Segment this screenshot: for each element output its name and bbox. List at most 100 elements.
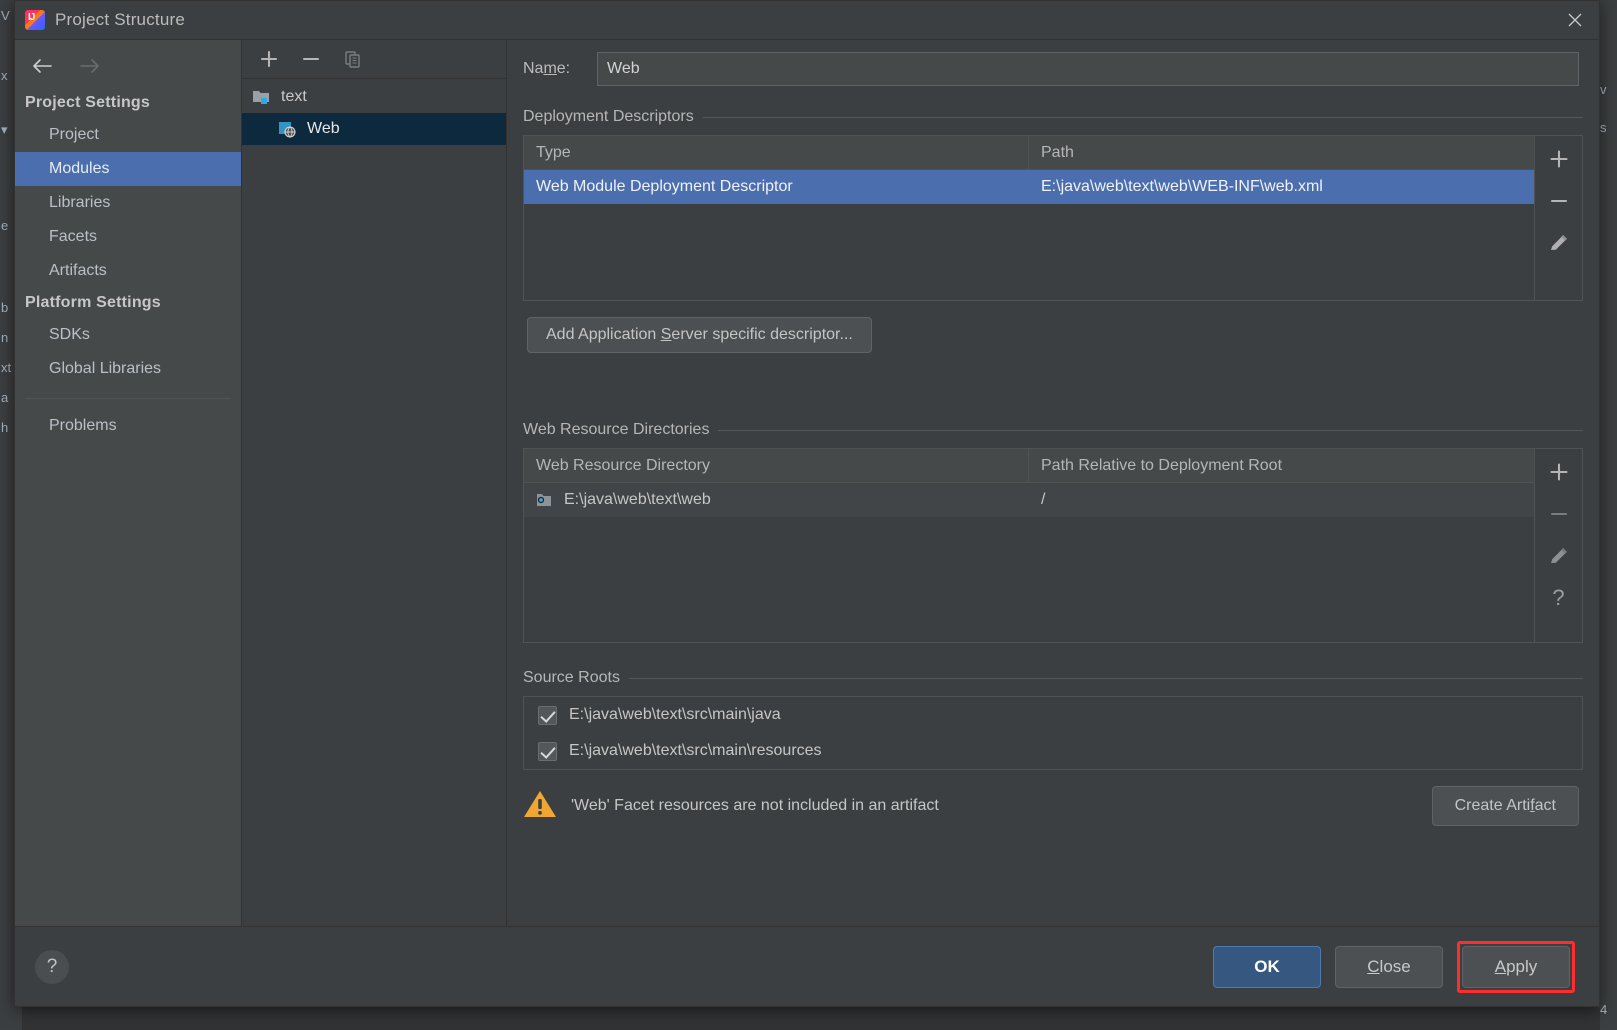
name-row: Name: bbox=[507, 40, 1599, 98]
apply-button-highlight: Apply bbox=[1457, 940, 1575, 993]
add-server-descriptor-row: Add Application Server specific descript… bbox=[527, 317, 1583, 353]
dialog-action-buttons: OK Close Apply bbox=[1213, 940, 1575, 993]
checkbox-checked-icon[interactable] bbox=[538, 705, 557, 725]
bg-fragment: ▾ bbox=[1, 122, 8, 137]
warning-triangle-icon bbox=[523, 789, 557, 824]
folder-web-icon bbox=[536, 492, 556, 508]
dialog-titlebar: Project Structure bbox=[15, 1, 1599, 39]
cell-directory-text: E:\java\web\text\web bbox=[564, 491, 711, 508]
web-facet-icon bbox=[278, 120, 298, 138]
settings-sidebar: Project Settings Project Modules Librari… bbox=[15, 40, 242, 926]
dialog-title: Project Structure bbox=[55, 10, 186, 29]
source-root-label: E:\java\web\text\src\main\java bbox=[569, 706, 781, 723]
dialog-body: Project Settings Project Modules Librari… bbox=[15, 39, 1599, 926]
cell-type: Web Module Deployment Descriptor bbox=[536, 178, 793, 195]
section-title: Web Resource Directories bbox=[523, 421, 710, 438]
cell-relative-path: / bbox=[1041, 491, 1046, 508]
source-roots-section: Source Roots E:\java\web\text\src\main\j… bbox=[507, 669, 1599, 770]
tree-node-web[interactable]: Web bbox=[242, 113, 506, 145]
table-header-row: Web Resource Directory Path Relative to … bbox=[524, 449, 1534, 483]
bg-fragment: n bbox=[1, 330, 9, 345]
source-roots-list: E:\java\web\text\src\main\java E:\java\w… bbox=[523, 696, 1583, 770]
add-module-button[interactable] bbox=[254, 45, 284, 73]
deployment-descriptors-header: Deployment Descriptors bbox=[523, 108, 1583, 126]
sidebar-group-platform-settings: Platform Settings bbox=[25, 294, 161, 311]
bg-fragment: v bbox=[1600, 82, 1607, 97]
sidebar-item-problems[interactable]: Problems bbox=[15, 409, 241, 443]
bg-fragment: xt bbox=[1, 360, 12, 375]
table-row[interactable]: Web Module Deployment Descriptor E:\java… bbox=[524, 170, 1534, 204]
dialog-footer: ? OK Close Apply bbox=[15, 926, 1599, 1006]
edit-web-resource-button[interactable] bbox=[1544, 539, 1574, 573]
column-header-web-resource-directory[interactable]: Web Resource Directory bbox=[524, 449, 1029, 482]
web-resource-help-button[interactable]: ? bbox=[1544, 581, 1574, 615]
ok-button[interactable]: OK bbox=[1213, 945, 1321, 988]
sidebar-group-project-settings: Project Settings bbox=[25, 94, 151, 111]
table-empty-area bbox=[524, 517, 1534, 642]
warning-text: 'Web' Facet resources are not included i… bbox=[571, 797, 939, 814]
sidebar-item-artifacts[interactable]: Artifacts bbox=[15, 254, 241, 288]
bg-fragment: e bbox=[1, 218, 9, 233]
checkbox-checked-icon[interactable] bbox=[538, 741, 557, 761]
edit-descriptor-button[interactable] bbox=[1544, 226, 1574, 260]
list-item[interactable]: E:\java\web\text\src\main\java bbox=[524, 697, 1582, 733]
bg-fragment: s bbox=[1600, 120, 1607, 135]
facet-settings-panel: Name: Deployment Descriptors Type Path bbox=[507, 40, 1599, 926]
section-rule bbox=[702, 116, 1583, 118]
artifact-warning-message: 'Web' Facet resources are not included i… bbox=[523, 789, 939, 824]
tree-node-label: text bbox=[281, 88, 307, 105]
sidebar-item-project[interactable]: Project bbox=[15, 118, 241, 152]
close-icon[interactable] bbox=[1551, 1, 1599, 39]
facet-settings-scroll: Name: Deployment Descriptors Type Path bbox=[507, 40, 1599, 926]
name-input[interactable] bbox=[597, 52, 1579, 86]
bg-fragment: V bbox=[1, 8, 10, 23]
remove-descriptor-button[interactable] bbox=[1544, 184, 1574, 218]
arrow-right-icon[interactable] bbox=[79, 55, 101, 77]
modules-panel: text Web bbox=[242, 40, 507, 926]
add-descriptor-button[interactable] bbox=[1544, 142, 1574, 176]
deployment-descriptors-table: Type Path Web Module Deployment Descript… bbox=[523, 135, 1583, 301]
cell-path: E:\java\web\text\web\WEB-INF\web.xml bbox=[1041, 178, 1323, 195]
apply-button[interactable]: Apply bbox=[1462, 945, 1570, 988]
remove-web-resource-button[interactable] bbox=[1544, 497, 1574, 531]
column-header-type[interactable]: Type bbox=[524, 136, 1029, 169]
modules-toolbar bbox=[242, 40, 506, 79]
create-artifact-button[interactable]: Create Artifact bbox=[1431, 786, 1579, 826]
web-resource-directories-section: Web Resource Directories Web Resource Di… bbox=[507, 421, 1599, 643]
sidebar-item-facets[interactable]: Facets bbox=[15, 220, 241, 254]
add-application-server-descriptor-button[interactable]: Add Application Server specific descript… bbox=[527, 317, 872, 353]
web-resource-directories-header: Web Resource Directories bbox=[523, 421, 1583, 439]
bg-fragment: a bbox=[1, 390, 9, 405]
arrow-left-icon[interactable] bbox=[31, 55, 53, 77]
background-right-edge: v s 4 bbox=[1600, 0, 1617, 1030]
table-header-row: Type Path bbox=[524, 136, 1534, 170]
source-root-label: E:\java\web\text\src\main\resources bbox=[569, 742, 822, 759]
project-structure-dialog: Project Structure Project Settings Proje… bbox=[14, 0, 1600, 1007]
modules-tree: text Web bbox=[242, 79, 506, 926]
tree-node-text[interactable]: text bbox=[242, 81, 506, 113]
table-row[interactable]: E:\java\web\text\web / bbox=[524, 483, 1534, 517]
web-resource-directories-toolbar: ? bbox=[1534, 449, 1582, 642]
close-button[interactable]: Close bbox=[1335, 945, 1443, 988]
module-folder-icon bbox=[252, 88, 272, 106]
bg-fragment: b bbox=[1, 300, 9, 315]
deployment-descriptors-toolbar bbox=[1534, 136, 1582, 300]
sidebar-item-libraries[interactable]: Libraries bbox=[15, 186, 241, 220]
sidebar-item-modules[interactable]: Modules bbox=[15, 152, 241, 186]
column-header-path[interactable]: Path bbox=[1029, 136, 1534, 169]
add-web-resource-button[interactable] bbox=[1544, 455, 1574, 489]
sidebar-navigation bbox=[15, 44, 241, 88]
bg-fragment: x bbox=[1, 68, 8, 83]
web-resource-directories-table-body: Web Resource Directory Path Relative to … bbox=[524, 449, 1534, 642]
artifact-warning-bar: 'Web' Facet resources are not included i… bbox=[507, 770, 1599, 836]
list-item[interactable]: E:\java\web\text\src\main\resources bbox=[524, 733, 1582, 769]
name-label: Name: bbox=[523, 60, 571, 77]
sidebar-item-sdks[interactable]: SDKs bbox=[15, 318, 241, 352]
bg-fragment: 4 bbox=[1600, 1002, 1608, 1017]
remove-module-button[interactable] bbox=[296, 45, 326, 73]
copy-module-button[interactable] bbox=[338, 45, 368, 73]
column-header-relative-path[interactable]: Path Relative to Deployment Root bbox=[1029, 449, 1534, 482]
question-mark-icon[interactable]: ? bbox=[35, 949, 69, 984]
sidebar-item-global-libraries[interactable]: Global Libraries bbox=[15, 352, 241, 386]
deployment-descriptors-table-body: Type Path Web Module Deployment Descript… bbox=[524, 136, 1534, 300]
